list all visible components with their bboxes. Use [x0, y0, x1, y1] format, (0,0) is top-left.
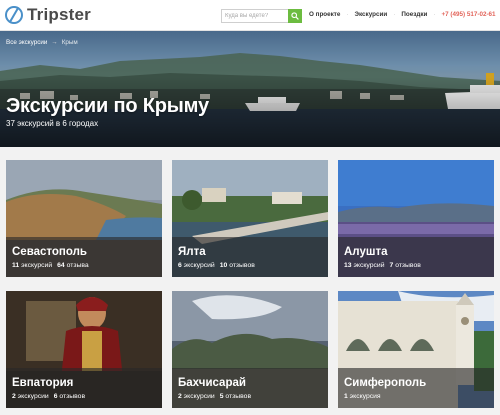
nav-trips[interactable]: Поездки — [401, 11, 427, 18]
city-stats: 6 экскурсий 10 отзывов — [178, 262, 255, 269]
page-title: Экскурсии по Крыму — [6, 95, 209, 117]
hero-banner: Все экскурсии → Крым Экскурсии по Крыму … — [0, 31, 500, 147]
tripster-logo[interactable]: Tripster — [5, 5, 91, 25]
city-card-alushta[interactable]: Алушта 13 экскурсий 7 отзывов — [338, 160, 494, 277]
city-name: Севастополь — [12, 246, 87, 258]
main-nav: О проекте · Экскурсии · Поездки · +7 (49… — [309, 11, 496, 18]
city-stats: 1 экскурсия — [344, 393, 381, 400]
search-box — [221, 9, 302, 23]
excursion-count: 13 — [344, 262, 352, 269]
city-name: Алушта — [344, 246, 388, 258]
city-name: Симферополь — [344, 377, 427, 389]
excursion-count: 1 — [344, 393, 348, 400]
city-card-yalta[interactable]: Ялта 6 экскурсий 10 отзывов — [172, 160, 328, 277]
breadcrumb-all-excursions[interactable]: Все экскурсии — [6, 39, 47, 46]
logo-text: Tripster — [27, 5, 91, 24]
search-button[interactable] — [288, 9, 302, 23]
city-card-simferopol[interactable]: Симферополь 1 экскурсия — [338, 291, 494, 408]
excursion-count: 11 — [12, 262, 20, 269]
excursion-count-label: экскурсий — [183, 262, 215, 269]
city-name: Евпатория — [12, 377, 74, 389]
nav-excursions[interactable]: Экскурсии — [355, 11, 388, 18]
search-input[interactable] — [221, 9, 288, 23]
excursion-count-label: экскурсий — [353, 262, 385, 269]
review-count: 6 — [53, 393, 58, 400]
excursion-count: 6 — [178, 262, 182, 269]
review-count: 64 — [57, 262, 65, 269]
city-stats: 13 экскурсий 7 отзывов — [344, 262, 421, 269]
breadcrumb-current: Крым — [61, 39, 78, 46]
breadcrumb: Все экскурсии → Крым — [6, 39, 78, 46]
nav-separator: · — [393, 11, 396, 18]
review-count: 5 — [219, 393, 224, 400]
city-stats: 11 экскурсий 64 отзыва — [12, 262, 89, 269]
nav-about[interactable]: О проекте — [309, 11, 340, 18]
search-icon — [291, 12, 299, 20]
city-card-bakhchisaray[interactable]: Бахчисарай 2 экскурсии 5 отзывов — [172, 291, 328, 408]
excursion-count-label: экскурсий — [21, 262, 53, 269]
city-card-evpatoria[interactable]: Евпатория 2 экскурсии 6 отзывов — [6, 291, 162, 408]
review-count-label: отзывов — [229, 262, 255, 269]
nav-separator: · — [346, 11, 349, 18]
review-count-label: отзывов — [225, 393, 252, 400]
excursion-count: 2 — [178, 393, 182, 400]
excursion-count-label: экскурсия — [349, 393, 381, 400]
breadcrumb-arrow: → — [51, 39, 58, 46]
review-count-label: отзывов — [59, 393, 86, 400]
compass-icon — [5, 6, 23, 24]
city-name: Ялта — [178, 246, 206, 258]
excursion-count-label: экскурсии — [183, 393, 215, 400]
review-count: 7 — [389, 262, 394, 269]
city-stats: 2 экскурсии 6 отзывов — [12, 393, 85, 400]
review-count-label: отзывов — [395, 262, 421, 269]
city-name: Бахчисарай — [178, 377, 246, 389]
phone-number[interactable]: +7 (495) 517-02-61 — [441, 11, 495, 18]
review-count: 10 — [219, 262, 228, 269]
excursion-count: 2 — [12, 393, 16, 400]
review-count-label: отзыва — [66, 262, 89, 269]
excursion-count-label: экскурсии — [17, 393, 49, 400]
hero-overlay — [0, 31, 500, 147]
nav-separator: · — [433, 11, 436, 18]
top-header: Tripster О проекте · Экскурсии · Поездки… — [0, 0, 500, 31]
city-stats: 2 экскурсии 5 отзывов — [178, 393, 251, 400]
city-card-sevastopol[interactable]: Севастополь 11 экскурсий 64 отзыва — [6, 160, 162, 277]
page-subtitle: 37 экскурсий в 6 городах — [6, 119, 99, 128]
